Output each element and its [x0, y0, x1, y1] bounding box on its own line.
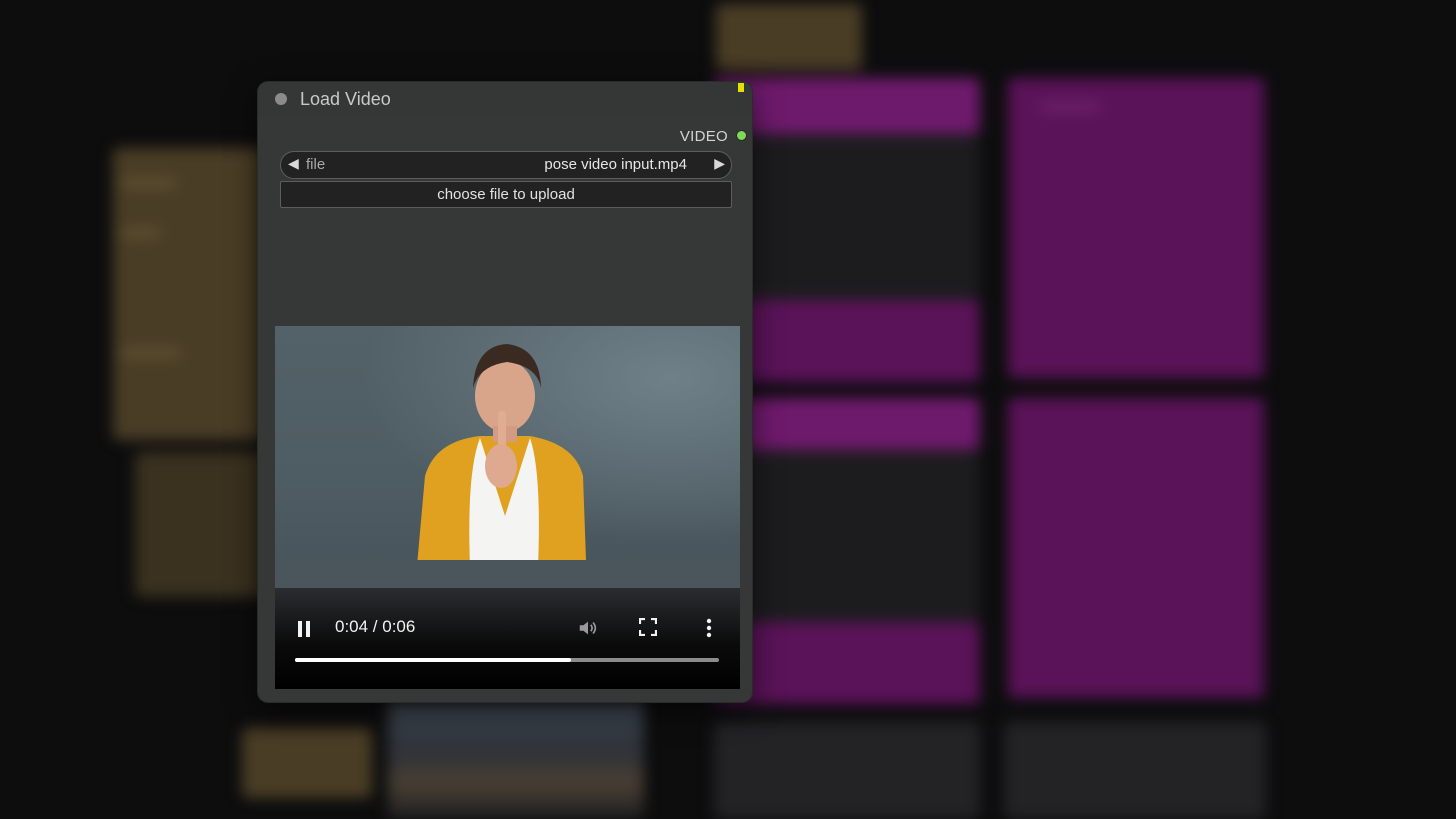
load-video-node[interactable]: Load Video VIDEO ◀ file pose video input… [258, 82, 752, 702]
video-floor [275, 560, 740, 588]
arrow-right-icon[interactable]: ▶ [714, 155, 725, 172]
bg-text [121, 230, 161, 236]
bg-node-purple [1008, 398, 1264, 698]
node-title: Load Video [300, 89, 391, 109]
status-badge [738, 83, 744, 92]
progress-fill [295, 658, 571, 662]
output-label: VIDEO [679, 128, 728, 145]
video-frame-person [415, 344, 587, 588]
bg-node-body [714, 134, 980, 300]
bg-text [121, 180, 176, 186]
bg-preview-image [388, 700, 644, 819]
video-frame [275, 326, 740, 588]
arrow-left-icon[interactable]: ◀ [288, 155, 299, 172]
upload-button[interactable]: choose file to upload [280, 181, 732, 208]
bg-node-brown [242, 728, 372, 798]
bg-node-body [714, 450, 980, 622]
video-player[interactable]: 0:04 / 0:06 [275, 326, 740, 689]
node-header[interactable]: Load Video [258, 82, 752, 116]
progress-track[interactable] [295, 658, 719, 662]
bg-node-gray [714, 722, 980, 819]
volume-icon[interactable] [577, 617, 599, 639]
bg-node-brown [716, 4, 862, 70]
file-widget-label: file [306, 156, 326, 173]
bg-node-brown [135, 452, 265, 597]
output-slot-dot[interactable] [737, 131, 746, 140]
bg-node-purple [714, 622, 980, 704]
file-widget-value[interactable]: pose video input.mp4 [544, 156, 687, 173]
bg-node-purple [714, 398, 980, 450]
bg-node-brown [113, 148, 263, 440]
bg-text [1040, 104, 1100, 109]
bg-node-gray [1004, 722, 1266, 819]
bg-node-purple [714, 300, 980, 382]
pause-icon[interactable] [297, 621, 311, 637]
file-combo-widget[interactable]: ◀ file pose video input.mp4 ▶ [280, 151, 732, 179]
bg-node-purple [1008, 78, 1264, 378]
fullscreen-icon[interactable] [639, 618, 657, 636]
more-vert-icon[interactable] [705, 617, 713, 639]
bg-node-purple [714, 78, 980, 134]
time-display: 0:04 / 0:06 [335, 617, 416, 636]
collapse-dot-icon[interactable] [275, 93, 287, 105]
video-controls: 0:04 / 0:06 [275, 588, 740, 689]
bg-text [121, 350, 181, 356]
